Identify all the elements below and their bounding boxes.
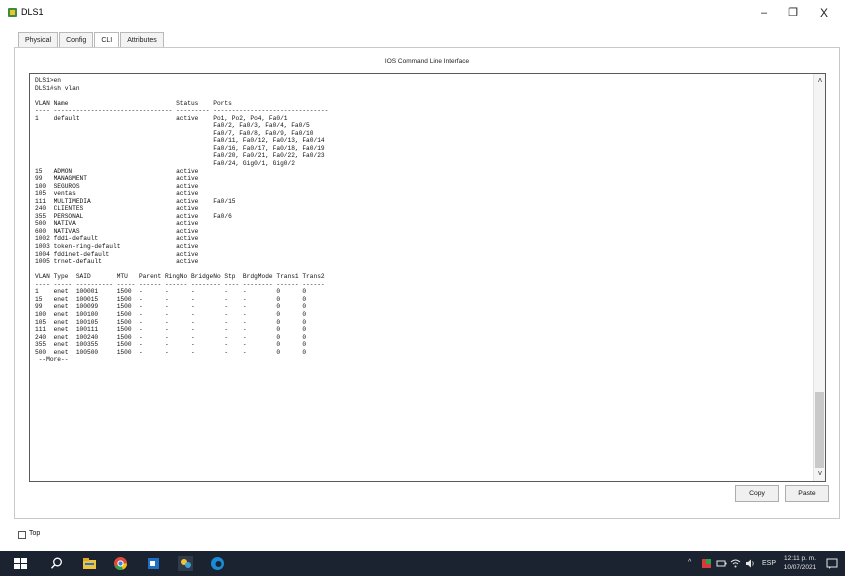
cli-panel: IOS Command Line Interface DLS1>en DLS1#… — [14, 47, 840, 519]
clock[interactable]: 12:11 p. m. 10/07/2021 — [778, 554, 822, 572]
clock-time: 12:11 p. m. — [783, 555, 817, 562]
edge-icon[interactable] — [210, 556, 225, 571]
title-bar: DLS1 – ❐ X — [0, 0, 845, 26]
scroll-thumb[interactable] — [815, 392, 824, 468]
show-hidden-icons-icon[interactable]: ^ — [688, 559, 691, 576]
notifications-icon[interactable] — [826, 558, 838, 570]
security-icon[interactable] — [701, 558, 712, 569]
packet-tracer-taskbar-icon[interactable] — [178, 556, 193, 571]
tab-attributes[interactable]: Attributes — [120, 32, 164, 48]
panel-title: IOS Command Line Interface — [384, 58, 470, 65]
close-button[interactable]: X — [810, 4, 838, 22]
search-icon[interactable] — [49, 556, 64, 571]
wifi-icon[interactable] — [730, 558, 741, 569]
terminal-output: DLS1>en DLS1#sh vlan VLAN Name Status Po… — [35, 77, 329, 364]
copy-button[interactable]: Copy — [735, 485, 779, 502]
tab-config[interactable]: Config — [59, 32, 94, 48]
packet-tracer-icon — [8, 8, 17, 17]
file-explorer-icon[interactable] — [82, 556, 97, 571]
battery-icon[interactable] — [716, 558, 727, 569]
taskbar: ^ ESP 12:11 p. m. 10/07/2021 — [0, 551, 845, 576]
tab-bar: Physical Config CLI Attributes — [18, 32, 165, 49]
minimize-button[interactable]: – — [750, 4, 778, 22]
scroll-up-arrow-icon[interactable]: ˄ — [814, 76, 825, 86]
tab-physical[interactable]: Physical — [18, 32, 59, 48]
clock-date: 10/07/2021 — [783, 564, 817, 571]
terminal-scrollbar[interactable]: ˄ ˅ — [813, 74, 825, 481]
window-title: DLS1 — [21, 7, 44, 17]
language-indicator[interactable]: ESP — [762, 560, 776, 576]
maximize-button[interactable]: ❐ — [779, 4, 807, 22]
scroll-down-arrow-icon[interactable]: ˅ — [814, 469, 825, 479]
cli-terminal[interactable]: DLS1>en DLS1#sh vlan VLAN Name Status Po… — [29, 73, 826, 482]
chrome-icon[interactable] — [113, 556, 128, 571]
windows-start-icon[interactable] — [13, 556, 28, 571]
volume-icon[interactable] — [745, 558, 756, 569]
top-checkbox[interactable] — [18, 531, 26, 539]
paste-button[interactable]: Paste — [785, 485, 829, 502]
outlook-icon[interactable] — [146, 556, 161, 571]
top-checkbox-label: Top — [29, 530, 41, 537]
